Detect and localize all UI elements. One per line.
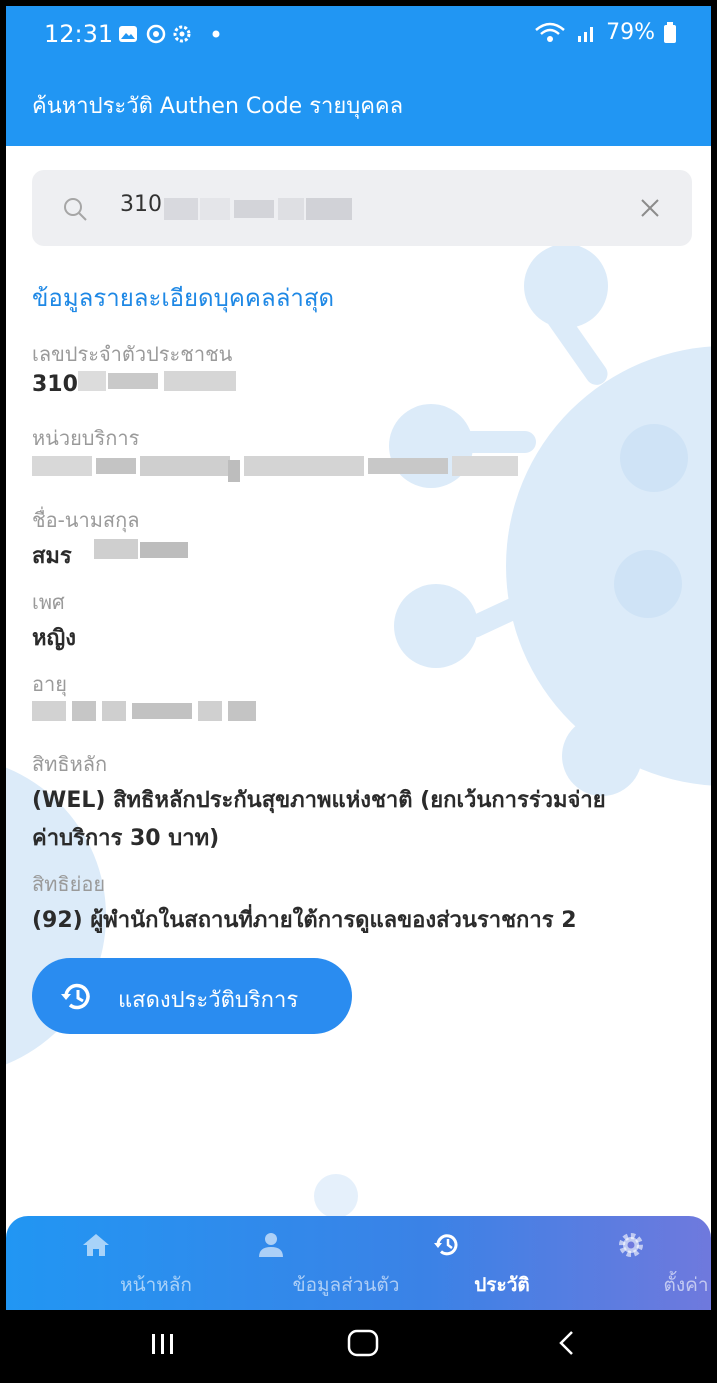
field-label-id: เลขประจำตัวประชาชน xyxy=(32,342,233,366)
bottom-navigation: หน้าหลัก ข้อมูลส่วนตัว ประวัติ ตั้งค่า xyxy=(6,1216,711,1310)
gear-icon xyxy=(619,1233,643,1257)
field-value-sub-right: (92) ผู้พำนักในสถานที่ภายใต้การดูแลของส่… xyxy=(32,908,577,933)
signal-icon xyxy=(578,26,594,42)
redacted-text xyxy=(94,539,188,559)
field-value-id: 310 xyxy=(32,372,78,397)
search-input[interactable]: 310 xyxy=(32,170,692,246)
show-history-label: แสดงประวัติบริการ xyxy=(118,987,299,1012)
history-icon xyxy=(61,983,90,1010)
battery-icon xyxy=(664,21,676,43)
nav-item-profile[interactable]: ข้อมูลส่วนตัว xyxy=(196,1216,399,1310)
data-saver-icon xyxy=(146,24,166,44)
nav-label-history: ประวัติ xyxy=(474,1274,530,1296)
search-icon xyxy=(64,198,87,221)
system-navigation-bar xyxy=(6,1310,711,1377)
history-icon xyxy=(434,1234,458,1256)
show-history-button[interactable]: แสดงประวัติบริการ xyxy=(32,958,352,1034)
recent-apps-icon[interactable] xyxy=(148,1330,178,1358)
dot-icon xyxy=(212,30,220,38)
app-bar: ค้นหาประวัติ Authen Code รายบุคคล xyxy=(6,62,711,146)
battery-percent: 79% xyxy=(606,20,655,45)
field-label-main-right: สิทธิหลัก xyxy=(32,752,108,776)
nav-item-history[interactable]: ประวัติ xyxy=(392,1216,530,1310)
field-label-sex: เพศ xyxy=(32,590,65,614)
redacted-text xyxy=(32,701,256,721)
search-value: 310 xyxy=(120,192,162,217)
field-label-age: อายุ xyxy=(32,672,67,696)
field-value-sex: หญิง xyxy=(32,626,76,651)
wifi-icon xyxy=(535,22,565,42)
field-value-main-right: (WEL) สิทธิหลักประกันสุขภาพแห่งชาติ (ยกเ… xyxy=(32,788,606,813)
home-icon xyxy=(83,1234,109,1256)
field-label-name: ชื่อ-นามสกุล xyxy=(32,508,140,532)
field-value-name: สมร xyxy=(32,544,72,569)
page-title: ค้นหาประวัติ Authen Code รายบุคคล xyxy=(32,94,404,119)
nav-item-home[interactable]: หน้าหลัก xyxy=(36,1216,192,1310)
phone-screen: 12:31 79% ค้นหาประวัติ Authen Code รายบุ… xyxy=(6,6,711,1377)
settings-notification-icon xyxy=(173,25,191,43)
gallery-notification-icon xyxy=(119,26,137,42)
field-label-service-unit: หน่วยบริการ xyxy=(32,426,140,450)
back-icon[interactable] xyxy=(554,1328,578,1358)
field-label-sub-right: สิทธิย่อย xyxy=(32,872,106,896)
nav-item-settings[interactable]: ตั้งค่า xyxy=(576,1216,709,1310)
status-right-group: 79% xyxy=(534,20,677,45)
nav-label-settings: ตั้งค่า xyxy=(663,1274,709,1296)
home-button-icon[interactable] xyxy=(346,1328,380,1358)
redacted-text xyxy=(32,456,518,482)
redacted-text xyxy=(78,371,236,391)
redacted-text xyxy=(164,198,352,220)
status-time: 12:31 xyxy=(44,20,114,48)
close-icon[interactable] xyxy=(638,196,662,220)
status-bar: 12:31 79% xyxy=(6,6,711,62)
field-value-main-right-line2: ค่าบริการ 30 บาท) xyxy=(32,826,220,851)
section-title: ข้อมูลรายละเอียดบุคคลล่าสุด xyxy=(32,284,335,312)
person-icon xyxy=(259,1233,283,1257)
